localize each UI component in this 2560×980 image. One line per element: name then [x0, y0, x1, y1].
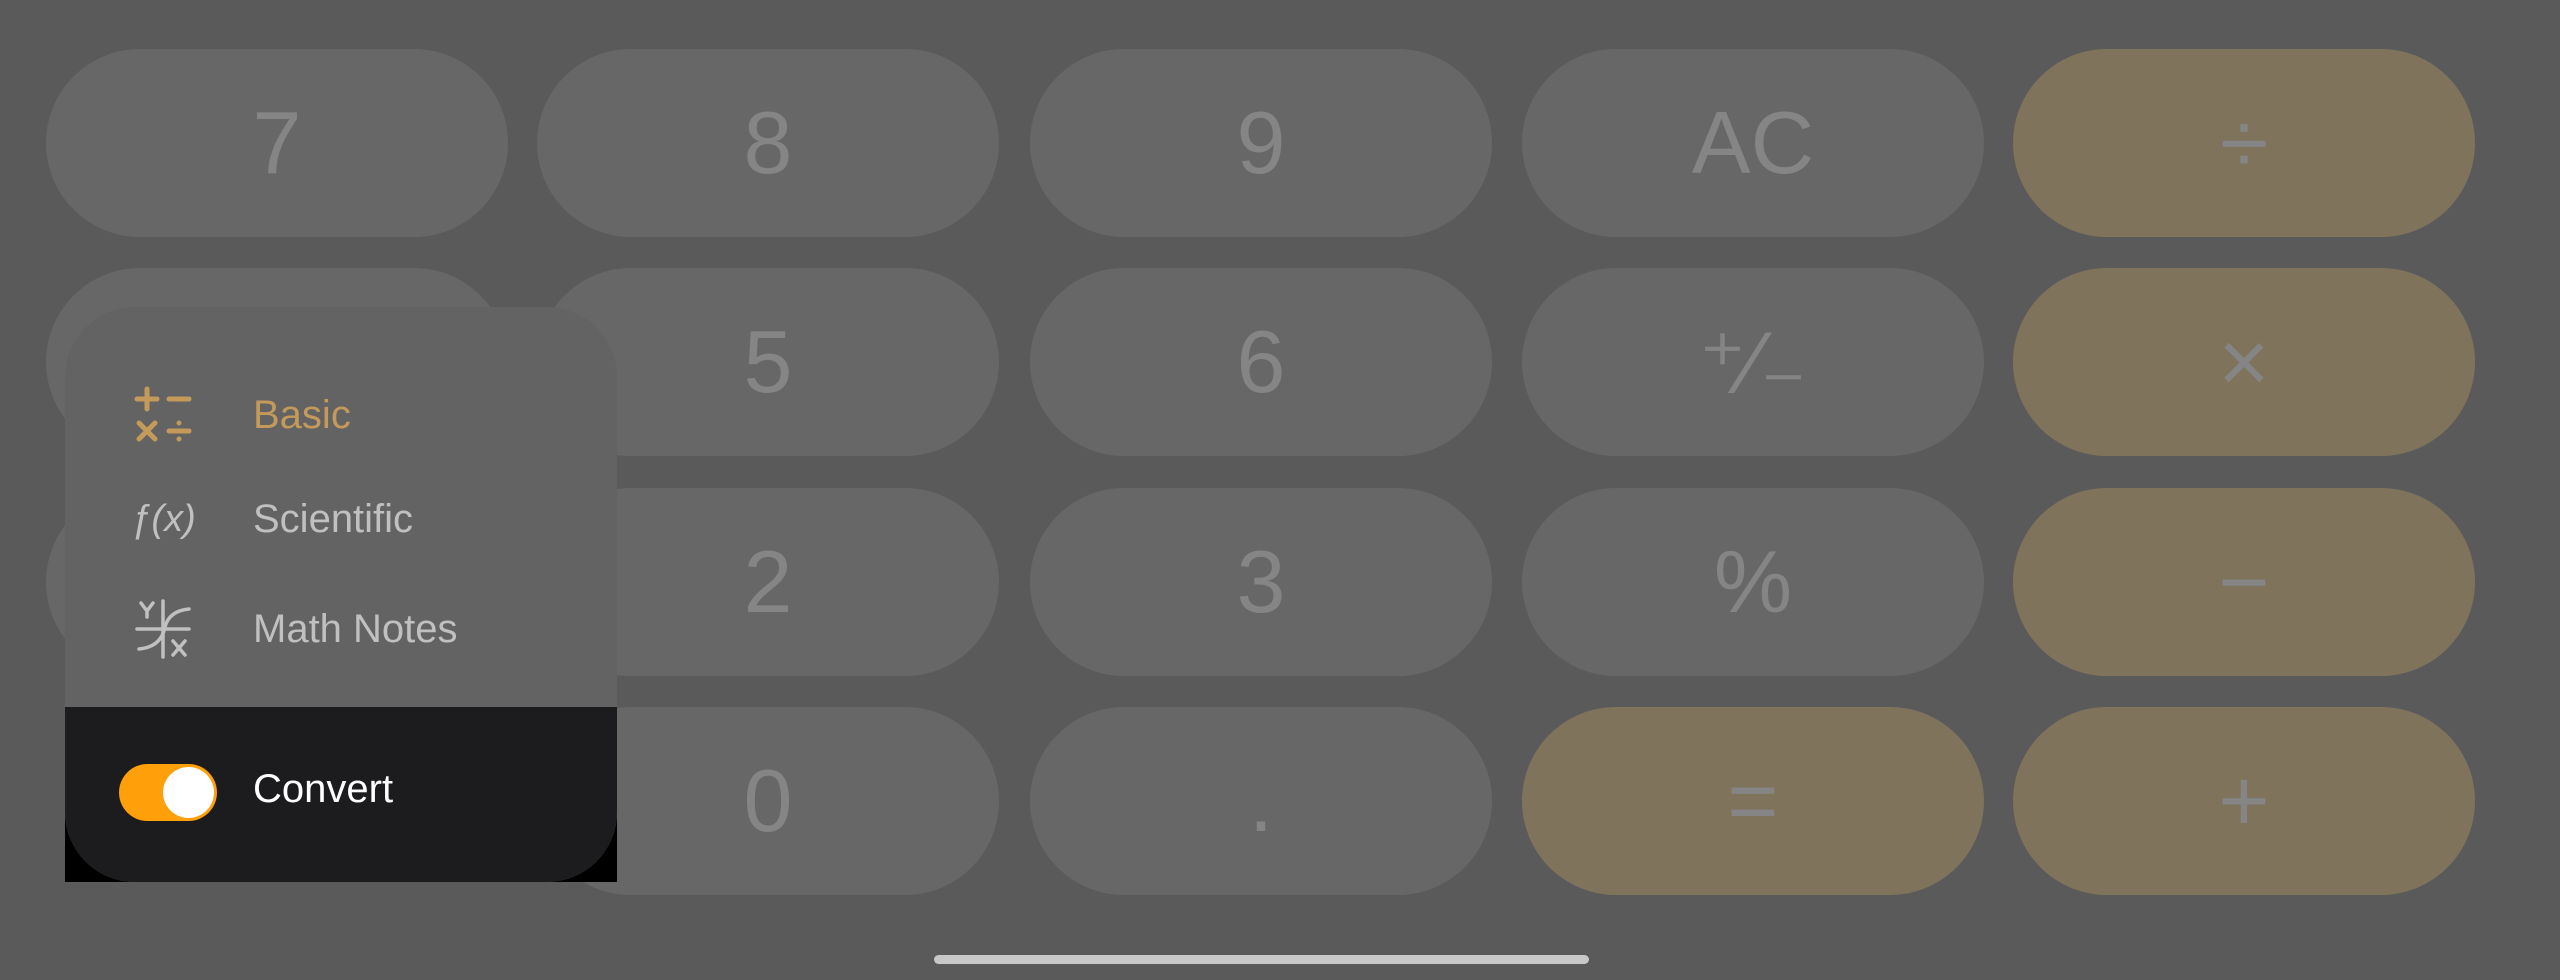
- plus-minus-times-divide-icon: [133, 385, 193, 445]
- key-percent[interactable]: %: [1522, 488, 1984, 676]
- key-divide[interactable]: ÷: [2013, 49, 2475, 237]
- key-8[interactable]: 8: [537, 49, 999, 237]
- key-7[interactable]: 7: [46, 49, 508, 237]
- convert-row: Convert: [65, 707, 617, 882]
- function-icon: ƒ(x): [130, 497, 196, 540]
- key-subtract[interactable]: −: [2013, 488, 2475, 676]
- menu-label-math-notes: Math Notes: [253, 606, 458, 651]
- key-3[interactable]: 3: [1030, 488, 1492, 676]
- key-decimal[interactable]: .: [1030, 707, 1492, 895]
- menu-label-basic: Basic: [253, 392, 351, 437]
- menu-item-math-notes[interactable]: Math Notes: [65, 579, 617, 679]
- key-plus-minus[interactable]: ⁺∕₋: [1522, 268, 1984, 456]
- menu-item-scientific[interactable]: ƒ(x) Scientific: [65, 469, 617, 569]
- menu-item-basic[interactable]: Basic: [65, 365, 617, 465]
- key-equals[interactable]: =: [1522, 707, 1984, 895]
- key-all-clear[interactable]: AC: [1522, 49, 1984, 237]
- graph-xy-icon: [133, 599, 193, 659]
- toggle-knob: [163, 767, 214, 818]
- home-indicator[interactable]: [934, 955, 1589, 964]
- convert-toggle[interactable]: [119, 764, 217, 821]
- calculator-mode-menu: Basic ƒ(x) Scientific Math Notes Convert: [65, 307, 617, 882]
- key-6[interactable]: 6: [1030, 268, 1492, 456]
- key-multiply[interactable]: ×: [2013, 268, 2475, 456]
- key-add[interactable]: +: [2013, 707, 2475, 895]
- menu-label-scientific: Scientific: [253, 496, 414, 541]
- convert-label: Convert: [253, 767, 394, 811]
- key-9[interactable]: 9: [1030, 49, 1492, 237]
